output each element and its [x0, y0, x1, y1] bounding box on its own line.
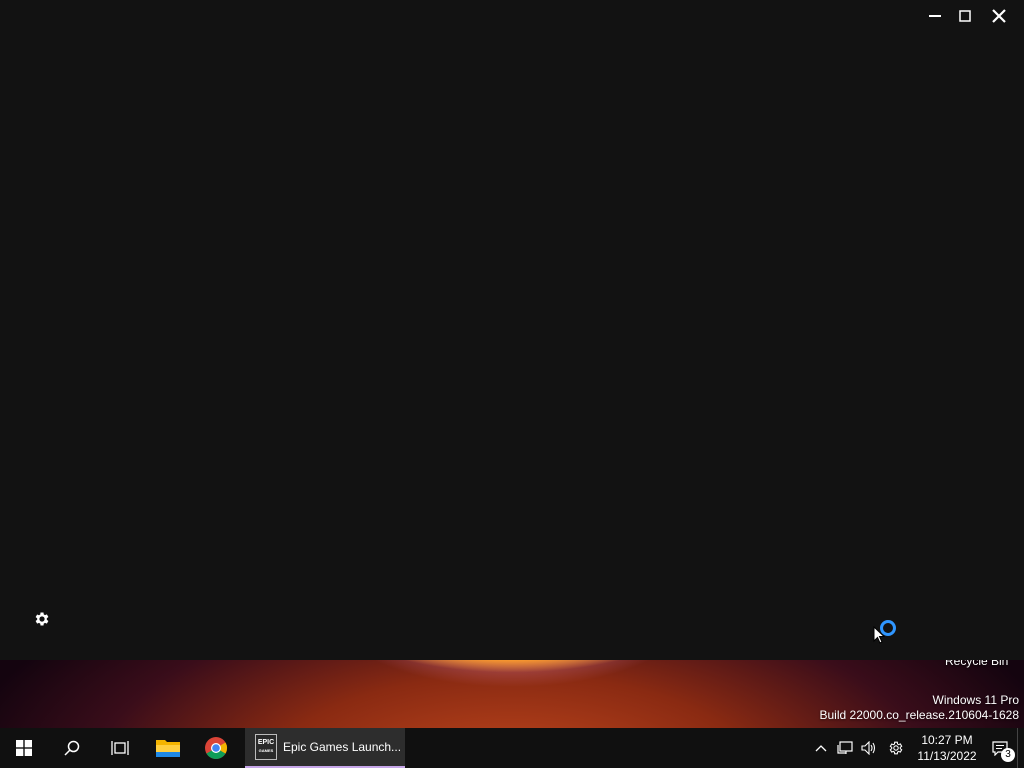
settings-button[interactable] [33, 610, 51, 628]
file-explorer-icon [156, 740, 180, 757]
network-icon [837, 741, 853, 754]
show-hidden-icons-button[interactable] [809, 728, 833, 768]
taskbar-clock[interactable]: 10:27 PM 11/13/2022 [911, 732, 983, 764]
windows-watermark: Windows 11 Pro Build 22000.co_release.21… [820, 693, 1020, 723]
chrome-button[interactable] [192, 728, 240, 768]
gear-icon [35, 612, 49, 626]
close-button[interactable] [980, 0, 1018, 32]
taskbar-app-label: Epic Games Launch... [283, 740, 402, 754]
volume-icon [861, 741, 876, 755]
task-view-icon [111, 741, 129, 755]
file-explorer-button[interactable] [144, 728, 192, 768]
taskbar-app-epic-games[interactable]: EPIC GAMES Epic Games Launch... [245, 728, 405, 768]
start-icon [16, 740, 32, 756]
notification-count-badge: 3 [1001, 748, 1015, 762]
search-icon [64, 740, 80, 756]
settings-tray-icon [889, 741, 903, 755]
close-icon [992, 9, 1006, 23]
epic-games-logo-icon: EPIC GAMES [255, 734, 277, 760]
watermark-edition: Windows 11 Pro [932, 693, 1019, 707]
volume-button[interactable] [857, 728, 881, 768]
search-button[interactable] [48, 728, 96, 768]
clock-date: 11/13/2022 [917, 749, 977, 763]
chevron-up-icon [815, 745, 827, 752]
system-tray: 10:27 PM 11/13/2022 3 [809, 728, 1024, 768]
show-desktop-button[interactable] [1017, 728, 1024, 768]
taskbar: EPIC GAMES Epic Games Launch... 10:27 PM… [0, 728, 1024, 768]
maximize-button[interactable] [950, 0, 980, 32]
window-controls [920, 0, 1024, 32]
minimize-icon [929, 15, 941, 17]
clock-time: 10:27 PM [921, 733, 973, 747]
chrome-icon [205, 737, 227, 759]
mouse-pointer-icon [873, 626, 885, 644]
launcher-window [0, 0, 1024, 660]
network-button[interactable] [833, 728, 857, 768]
minimize-button[interactable] [920, 0, 950, 32]
settings-tray-button[interactable] [881, 728, 911, 768]
task-view-button[interactable] [96, 728, 144, 768]
action-center-button[interactable]: 3 [983, 728, 1017, 768]
watermark-build: Build 22000.co_release.210604-1628 [819, 708, 1020, 722]
maximize-icon [959, 10, 971, 22]
start-button[interactable] [0, 728, 48, 768]
